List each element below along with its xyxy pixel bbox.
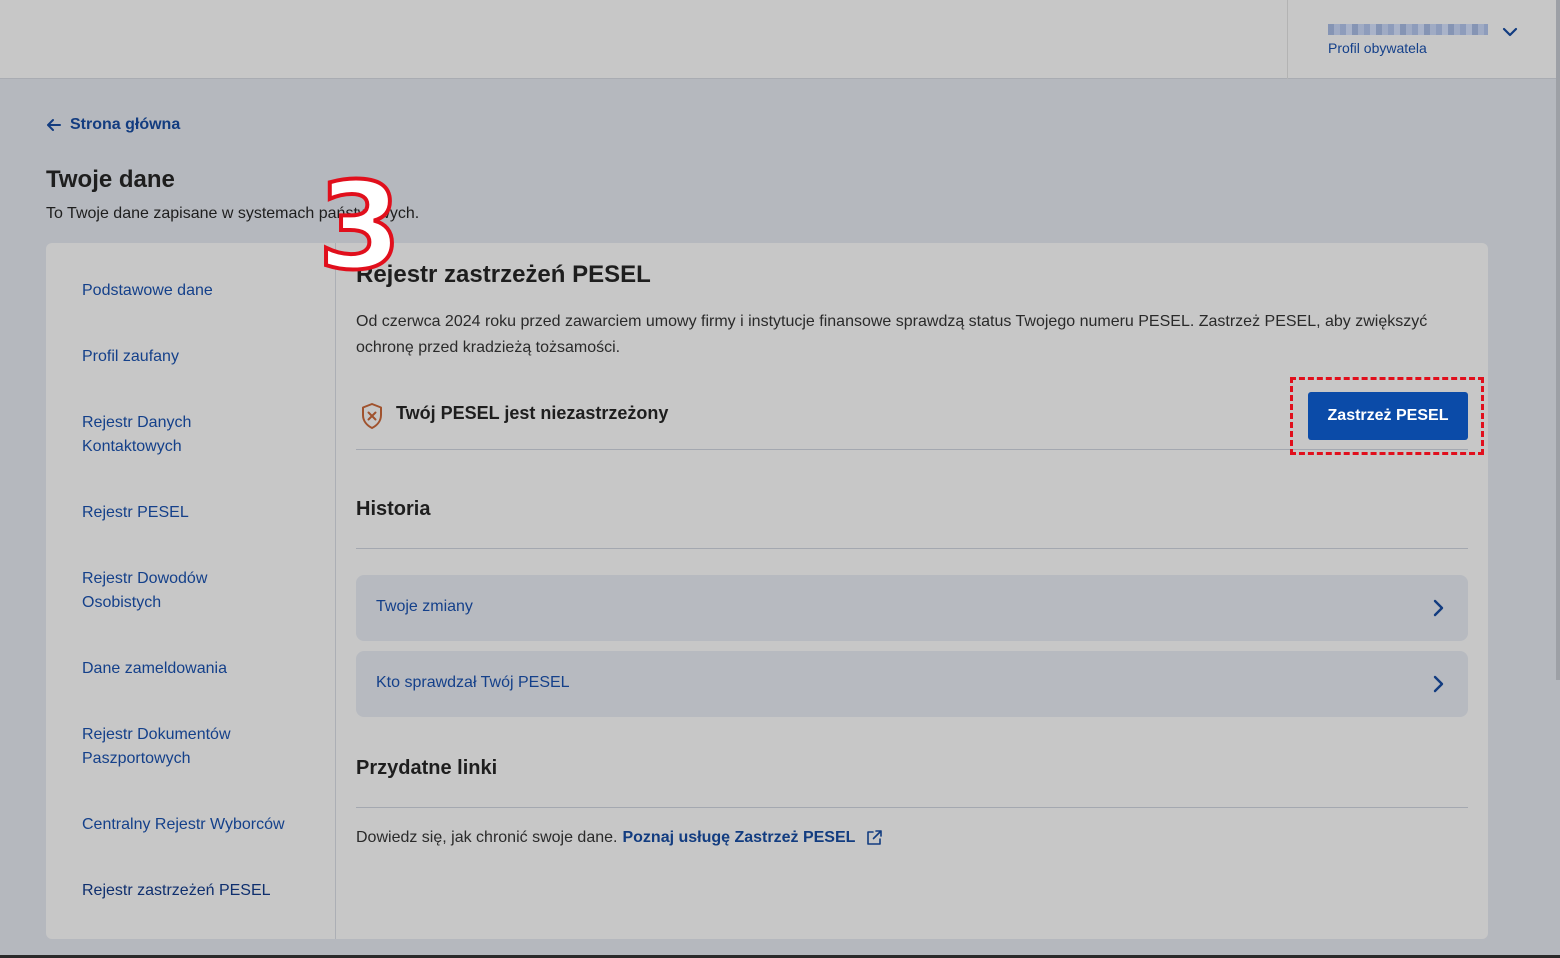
sidebar-item-voters-register[interactable]: Centralny Rejestr Wyborców: [82, 813, 312, 837]
chevron-right-icon: [1433, 675, 1444, 693]
history-item-label: Kto sprawdzał Twój PESEL: [376, 674, 570, 691]
links-divider: [356, 807, 1468, 808]
step-number-badge: 3: [316, 158, 403, 297]
data-card: Podstawowe dane Profil zaufany Rejestr D…: [46, 243, 1488, 939]
main-content: Rejestr zastrzeżeń PESEL Od czerwca 2024…: [356, 243, 1484, 939]
external-link-icon[interactable]: [865, 829, 883, 847]
restrict-pesel-button[interactable]: Zastrzeż PESEL: [1308, 392, 1468, 440]
arrow-left-icon: [47, 119, 61, 131]
profile-label: Profil obywatela: [1328, 40, 1427, 56]
chevron-right-icon: [1433, 599, 1444, 617]
history-divider: [356, 548, 1468, 549]
back-link-label: Strona główna: [70, 116, 181, 133]
service-link[interactable]: Poznaj usługę Zastrzeż PESEL: [622, 829, 855, 847]
chevron-down-icon[interactable]: [1500, 22, 1520, 42]
sidebar-item-residence[interactable]: Dane zameldowania: [82, 657, 312, 681]
sidebar: Podstawowe dane Profil zaufany Rejestr D…: [46, 243, 336, 939]
history-item-pesel-checks[interactable]: Kto sprawdzał Twój PESEL: [356, 651, 1468, 717]
history-item-your-changes[interactable]: Twoje zmiany: [356, 575, 1468, 641]
profile-menu[interactable]: Profil obywatela: [1287, 0, 1560, 79]
useful-links-row: Dowiedz się, jak chronić swoje dane. Poz…: [356, 829, 883, 847]
back-link[interactable]: Strona główna: [46, 116, 180, 134]
history-item-label: Twoje zmiany: [376, 598, 473, 615]
top-bar: Profil obywatela: [0, 0, 1560, 79]
sidebar-item-pesel-register[interactable]: Rejestr PESEL: [82, 501, 312, 525]
sidebar-item-contact-register[interactable]: Rejestr Danych Kontaktowych: [82, 411, 232, 459]
useful-links-heading: Przydatne linki: [356, 757, 498, 779]
sidebar-item-basic-data[interactable]: Podstawowe dane: [82, 279, 312, 303]
scrollbar[interactable]: [1556, 0, 1560, 680]
history-heading: Historia: [356, 498, 431, 520]
status-text: Twój PESEL jest niezastrzeżony: [396, 403, 669, 423]
sidebar-item-trusted-profile[interactable]: Profil zaufany: [82, 345, 312, 369]
sidebar-item-pesel-restriction[interactable]: Rejestr zastrzeżeń PESEL: [82, 879, 312, 903]
status-row: Twój PESEL jest niezastrzeżony Zastrzeż …: [356, 375, 1484, 455]
shield-x-icon: [362, 403, 382, 429]
links-text: Dowiedz się, jak chronić swoje dane.: [356, 829, 618, 846]
section-description: Od czerwca 2024 roku przed zawarciem umo…: [356, 313, 1428, 356]
page-title: Twoje dane: [46, 166, 175, 193]
sidebar-item-passport-register[interactable]: Rejestr Dokumentów Paszportowych: [82, 723, 252, 771]
profile-name-redacted: [1328, 24, 1488, 35]
sidebar-item-id-register[interactable]: Rejestr Dowodów Osobistych: [82, 567, 232, 615]
